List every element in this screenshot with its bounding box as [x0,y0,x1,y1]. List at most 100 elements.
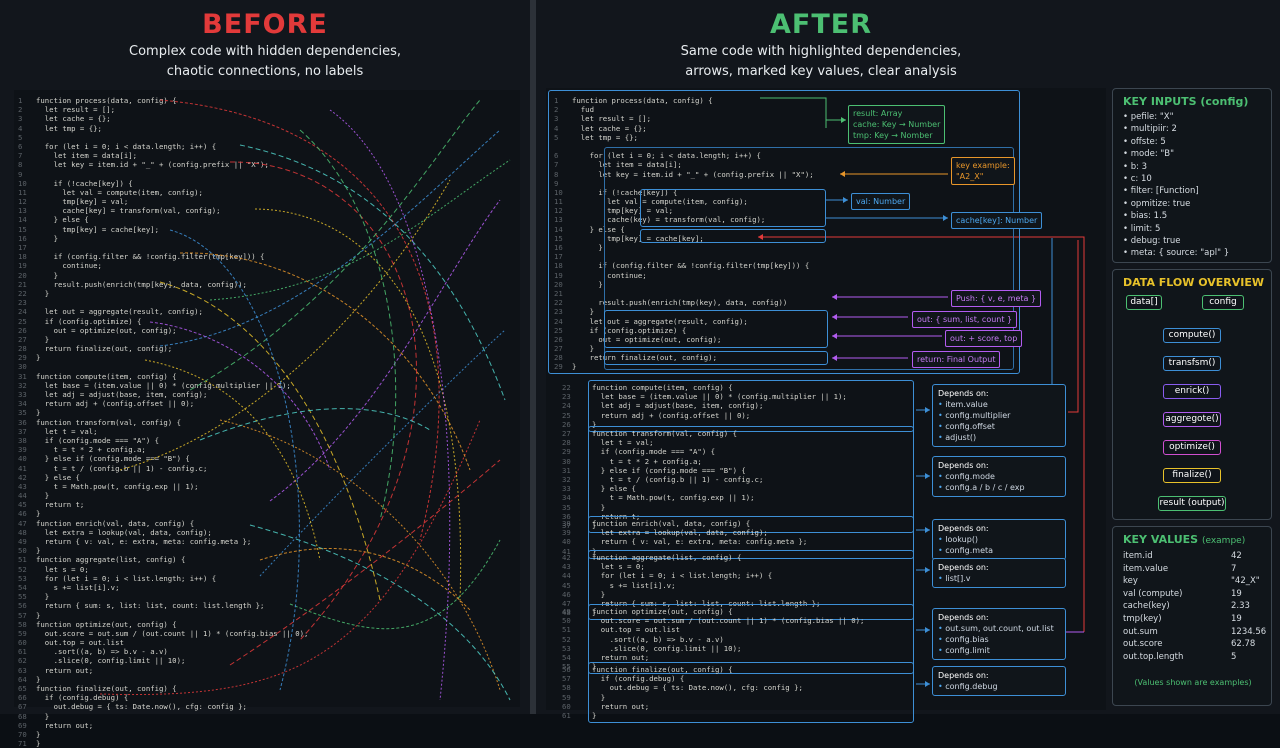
code-text: return out; [592,701,650,711]
aggregate-box [604,310,828,348]
code-line: 33 } else { [562,484,763,493]
code-text: let extra = lookup(val, data, config); [592,528,768,538]
line-number: 40 [562,537,571,547]
line-number: 71 [18,739,27,748]
key-input-item: • mode: "B" [1123,148,1229,160]
key-input-text: filter: [Function] [1130,186,1199,197]
depends-on-title: Depends on: [938,563,989,572]
line-number: 58 [562,683,571,693]
key-input-text: opmitize: true [1130,198,1191,209]
line-number: 32 [562,474,571,484]
key-input-item: • filter: [Function] [1123,185,1229,197]
line-number: 31 [562,465,571,475]
flow-step: result (output) [1158,496,1226,511]
compute-dep-connector-head [925,407,930,413]
key-input-item: • opmitize: true [1123,198,1229,210]
bullet-icon: • [1123,136,1131,147]
key-value-value: 19 [1231,588,1242,599]
code-text: } else { [592,484,636,494]
code-line: 32 t = t / (config.b || 1) - config.c; [562,475,763,484]
code-line: 49 function optimize(out, config) { [562,607,864,616]
line-number: 56 [562,665,571,674]
dependency-item: • config.a / b / c / exp [938,482,1060,493]
bullet-icon: • [1123,124,1131,135]
code-line: 31 } else if (config.mode === "B") { [562,466,763,475]
key-input-item: • offste: 5 [1123,136,1229,148]
key-values-names: item.id item.value key val (compute) cache(k… [1123,550,1183,663]
cache-type-label: cache: Key → Number [853,120,941,129]
key-value-name: item.value [1123,563,1169,574]
key-values-note: (Values shown are examples) [1134,678,1252,687]
key-inputs-list: • pefile: "X" • multipiir: 2 • offste: 5 • … [1123,111,1229,260]
transform-dep-connector-head [925,473,930,479]
line-number: 30 [562,456,571,466]
line-number: 24 [562,401,571,411]
dependency-text: item.value [945,400,988,409]
dependency-item: • item.value [938,399,1060,410]
code-line: 34 t = Math.pow(t, config.exp || 1); [562,493,763,502]
code-text: } [36,739,41,748]
dependency-text: config.offset [945,422,995,431]
line-number: 60 [562,701,571,711]
code-line: 29 if (config.mode === "A") { [562,447,763,456]
function-code: 56 function finalize(out, config) {57 if … [562,665,803,720]
key-input-item: • b: 3 [1123,161,1229,173]
dependency-item: • config.meta [938,545,1060,556]
dependency-text: config.a / b / c / exp [945,483,1025,492]
dependency-text: config.mode [945,472,995,481]
optimize-dep-connector-head [925,627,930,633]
key-value-name: tmp(key) [1123,613,1162,624]
depends-on-title: Depends on: [938,389,989,398]
code-text: let adj = adjust(base, item, config); [592,401,764,411]
code-text: function optimize(out, config) { [592,607,733,616]
line-number: 57 [562,674,571,684]
out-sum-annotation: out: { sum, list, count } [912,311,1018,328]
code-line: 27 function transform(val, config) { [562,429,763,438]
key-inputs-title: KEY INPUTS (config) [1123,95,1249,108]
key-input-text: limit: 5 [1130,223,1161,234]
code-line: 57 if (config.debug) { [562,674,803,683]
dependency-text: out.sum, out.count, out.list [945,624,1054,633]
key-value-value: 5 [1231,651,1237,662]
code-line: 71} [18,739,308,748]
code-text: t = Math.pow(t, config.exp || 1); [592,493,755,503]
bullet-icon: • [1123,211,1131,222]
code-line: 56 function finalize(out, config) { [562,665,803,674]
dependency-item: • out.sum, out.count, out.list [938,623,1060,634]
key-value-name: out.score [1123,639,1163,650]
code-text: s += list[i].v; [592,580,676,590]
bullet-icon: • [1123,186,1131,197]
code-line: 51 out.top = out.list [562,625,864,634]
code-line: 69 return out; [18,721,308,730]
val-annotation: val: Number [851,193,911,210]
line-number: 70 [18,729,27,739]
key-value-value: 2.33 [1231,601,1250,612]
depends-on-box: Depends on: • config.mode • config.a / b /… [932,456,1066,497]
cache-key-annotation: cache[key]: Number [951,212,1043,229]
code-line: 42 function aggregate(list, config) { [562,553,820,562]
key-value-value: 42 [1231,551,1242,561]
code-line: 52 .sort((a, b) => b.v - a.v) [562,635,864,644]
code-text: let t = val; [592,438,654,448]
code-text: return adj + (config.offset || 0); [592,410,751,420]
key-example-annotation: key example: "A2_X" [951,157,1015,185]
push-annotation: Push: { v, e, meta } [951,290,1042,307]
depends-on-box: Depends on: • list[].v [932,558,1066,588]
key-input-item: • pefile: "X" [1123,111,1229,123]
code-line: 59 } [562,693,803,702]
line-number: 43 [562,562,571,572]
key-input-text: meta: { source: "apl" } [1130,248,1230,259]
key-values-title-text: KEY VALUES [1123,533,1199,546]
key-input-text: b: 3 [1130,161,1148,172]
key-values-title: KEY VALUES (exampe) [1123,533,1245,546]
code-text: if (config.debug) { [592,674,685,684]
line-number: 27 [562,429,571,438]
function-code: 27 function transform(val, config) {28 le… [562,429,763,530]
code-text: } [592,502,606,512]
key-value-name: cache(key) [1123,601,1170,612]
line-number: 42 [562,553,571,562]
bullet-icon: • [1123,248,1131,259]
key-input-text: c: 10 [1130,174,1152,185]
key-input-text: offste: 5 [1130,136,1166,147]
key-input-item: • debug: true [1123,235,1229,247]
